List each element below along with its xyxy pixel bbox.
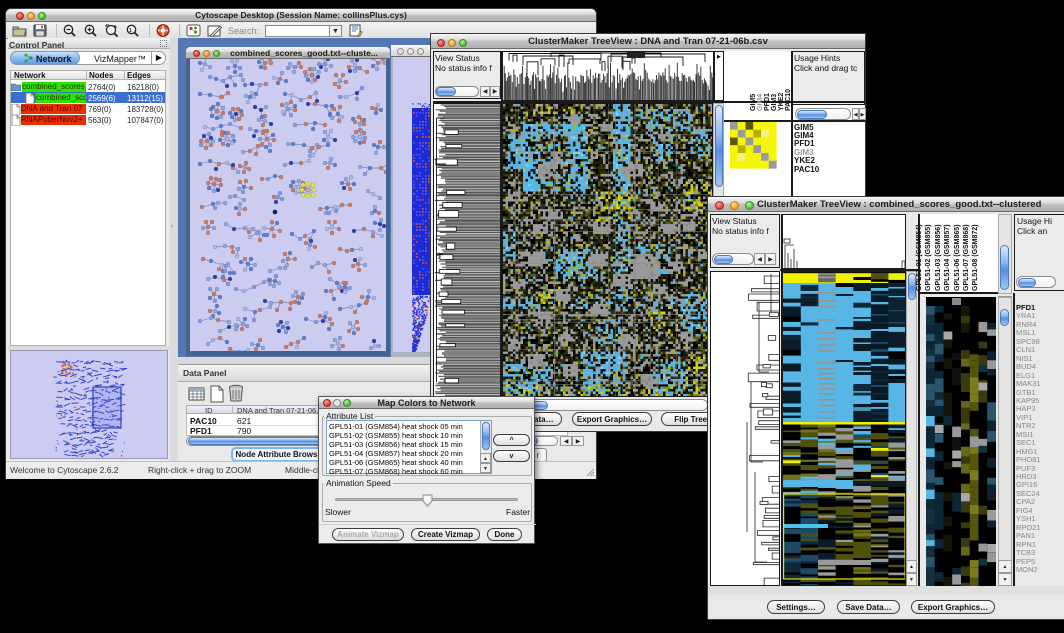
svg-text:1: 1 <box>129 28 132 34</box>
